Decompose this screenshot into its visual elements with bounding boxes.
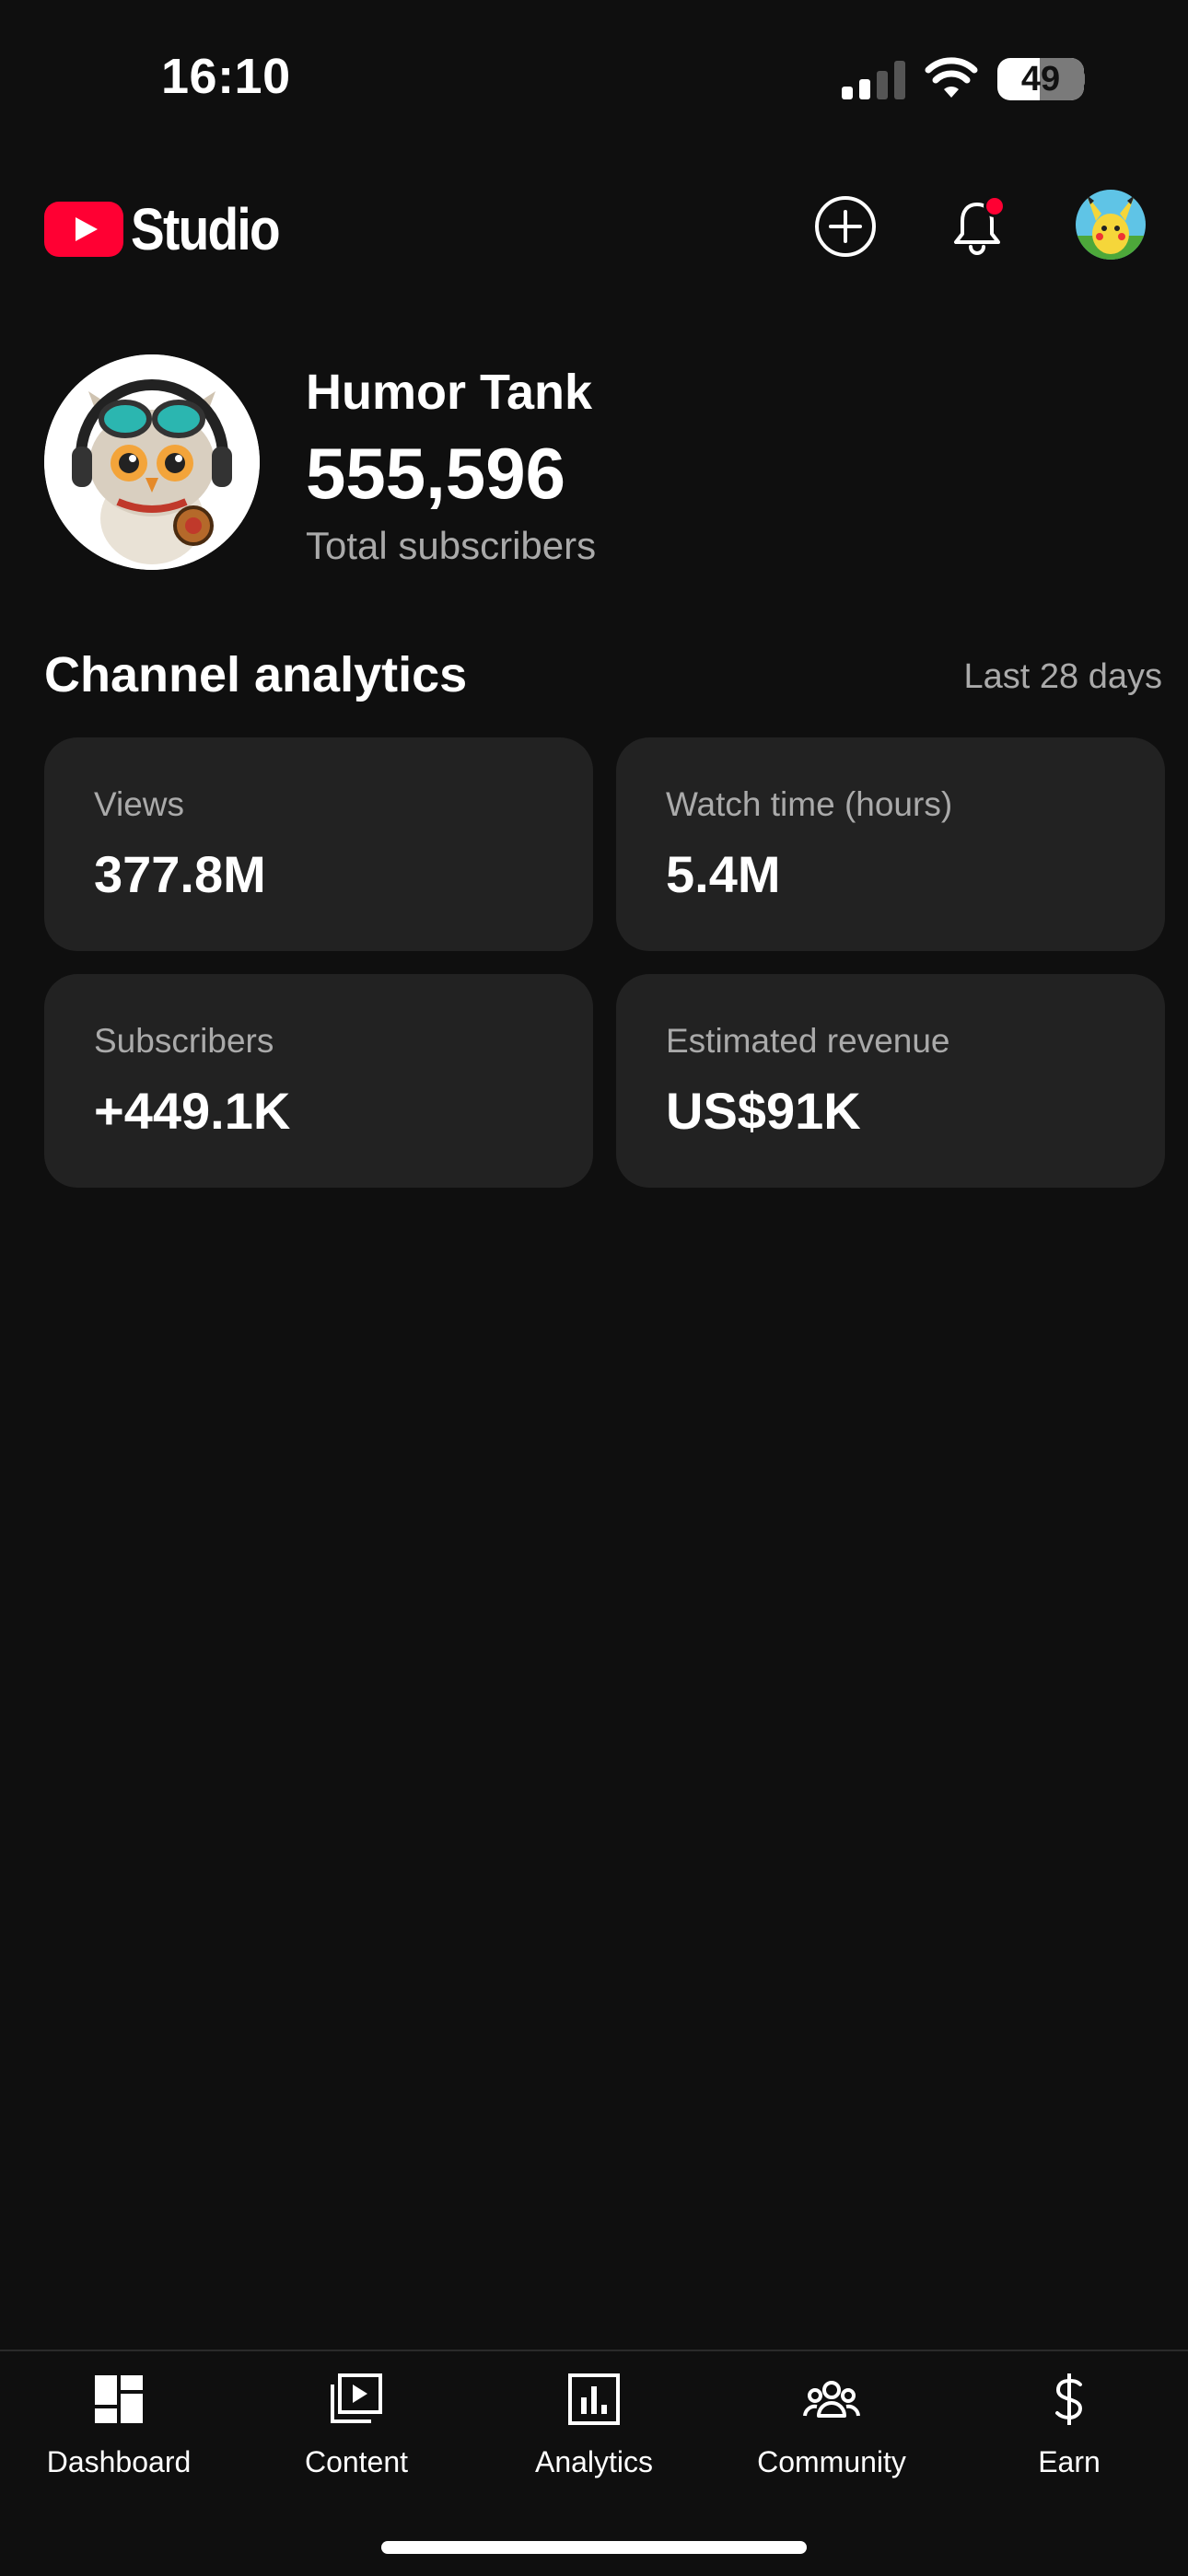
brand-text: Studio [131,196,281,262]
nav-label: Dashboard [46,2445,192,2478]
cellular-signal-icon [842,61,905,99]
card-value: 377.8M [94,845,266,903]
earn-dollar-icon [1055,2373,1083,2425]
analytics-bar-icon [568,2373,620,2425]
pikachu-avatar-icon [1076,190,1146,260]
analytics-title: Channel analytics [44,647,468,702]
card-label: Estimated revenue [666,1022,950,1060]
subscriber-label: Total subscribers [306,524,597,567]
nav-label: Earn [1038,2445,1101,2478]
subscriber-count: 555,596 [306,433,565,514]
notifications-bell-icon[interactable] [944,193,1010,260]
wifi-icon [925,57,978,98]
channel-name: Humor Tank [306,365,593,420]
dashboard-icon [95,2375,143,2423]
card-label: Subscribers [94,1022,274,1060]
nav-label: Content [304,2445,409,2478]
nav-label: Community [757,2445,906,2478]
card-value: 5.4M [666,845,781,903]
content-play-icon [331,2373,382,2423]
card-value: +449.1K [94,1082,291,1140]
youtube-studio-logo[interactable]: Studio [44,195,303,263]
youtube-logo-icon [44,202,123,257]
card-label: Watch time (hours) [666,785,953,823]
nav-content[interactable]: Content [238,2370,475,2499]
card-label: Views [94,785,185,823]
nav-label: Analytics [534,2445,654,2478]
owl-avatar-icon [44,354,260,570]
battery-icon: 49 [997,58,1084,100]
account-avatar[interactable] [1076,190,1146,260]
card-value: US$91K [666,1082,861,1140]
nav-earn[interactable]: Earn [950,2370,1188,2499]
community-people-icon [803,2381,860,2418]
nav-community[interactable]: Community [713,2370,950,2499]
nav-dashboard[interactable]: Dashboard [0,2370,238,2499]
nav-analytics[interactable]: Analytics [475,2370,713,2499]
app-header: Studio [0,175,1188,276]
create-plus-icon[interactable] [812,193,879,260]
subscribers-card[interactable]: Subscribers +449.1K [44,974,593,1188]
revenue-card[interactable]: Estimated revenue US$91K [616,974,1165,1188]
home-indicator[interactable] [381,2541,807,2554]
status-bar: 16:10 49 [0,0,1188,157]
channel-summary: Humor Tank 555,596 Total subscribers [44,354,1149,575]
views-card[interactable]: Views 377.8M [44,737,593,951]
battery-level: 49 [1020,60,1061,99]
status-time: 16:10 [161,49,291,104]
watch-time-card[interactable]: Watch time (hours) 5.4M [616,737,1165,951]
analytics-period[interactable]: Last 28 days [964,657,1162,697]
channel-avatar[interactable] [44,354,260,570]
